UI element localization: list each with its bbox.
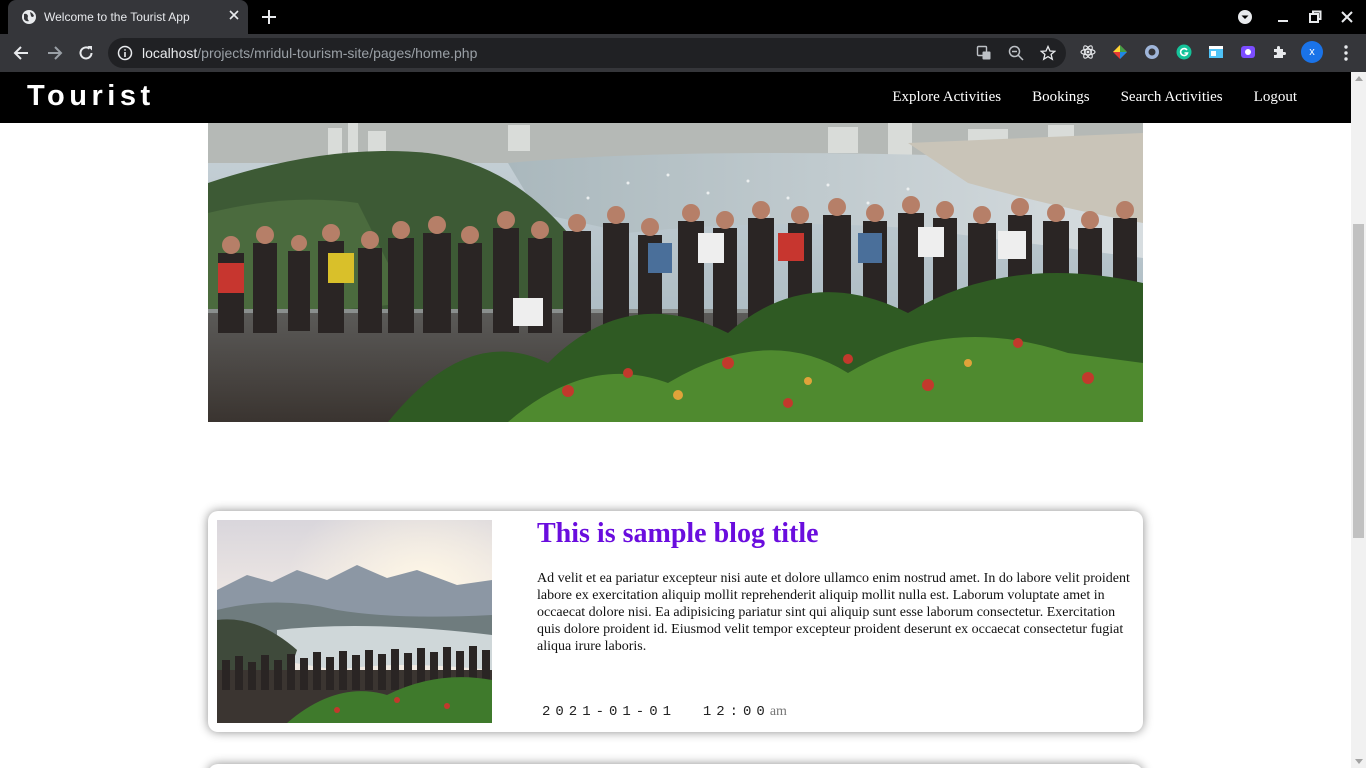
nav-explore-activities[interactable]: Explore Activities (892, 89, 1001, 106)
restore-icon[interactable] (1306, 8, 1324, 26)
close-window-icon[interactable] (1338, 8, 1356, 26)
window-extension-icon[interactable] (1208, 44, 1224, 60)
grammarly-icon[interactable] (1176, 44, 1192, 60)
react-devtools-icon[interactable] (1080, 44, 1096, 60)
scroll-up-arrow[interactable] (1355, 76, 1363, 81)
globe-icon (22, 10, 36, 24)
tab-title: Welcome to the Tourist App (44, 10, 190, 24)
blog-datetime: 2021-01-01 12:00am (542, 704, 787, 720)
site-nav-links: Explore Activities Bookings Search Activ… (892, 89, 1297, 106)
blog-card-image (217, 520, 492, 723)
blog-card-next[interactable] (208, 764, 1143, 768)
circle-extension-icon[interactable] (1144, 44, 1160, 60)
extensions-puzzle-icon[interactable] (1272, 44, 1288, 60)
browser-tab[interactable]: Welcome to the Tourist App (8, 0, 248, 34)
new-tab-icon[interactable] (260, 8, 278, 26)
nav-bookings[interactable]: Bookings (1032, 89, 1090, 106)
translate-icon[interactable] (976, 45, 992, 61)
color-picker-extension-icon[interactable] (1112, 44, 1128, 60)
address-bar[interactable]: localhost/projects/mridul-tourism-site/p… (108, 38, 1066, 68)
blog-photo (217, 520, 492, 723)
scroll-thumb[interactable] (1353, 224, 1364, 538)
site-navbar: Tourist Explore Activities Bookings Sear… (0, 72, 1351, 123)
blog-time: 12:00 (702, 704, 770, 720)
screen-recorder-icon[interactable] (1240, 44, 1256, 60)
scroll-down-arrow[interactable] (1355, 759, 1363, 764)
minimize-icon[interactable] (1274, 8, 1292, 26)
page-scrollbar[interactable] (1351, 72, 1366, 768)
blog-card[interactable]: This is sample blog title Ad velit et ea… (208, 511, 1143, 732)
blog-ampm: am (769, 704, 787, 719)
browser-toolbar: localhost/projects/mridul-tourism-site/p… (0, 34, 1366, 72)
page-viewport: Tourist Explore Activities Bookings Sear… (0, 72, 1351, 768)
nav-logout[interactable]: Logout (1254, 89, 1297, 106)
browser-tabbar: Welcome to the Tourist App (0, 0, 1366, 34)
back-icon[interactable] (12, 43, 32, 63)
url-host: localhost (142, 45, 198, 61)
blog-title[interactable]: This is sample blog title (537, 518, 819, 550)
zoom-out-icon[interactable] (1008, 45, 1024, 61)
blog-date: 2021-01-01 (542, 704, 677, 720)
profile-avatar[interactable]: x (1301, 41, 1323, 63)
site-info-icon[interactable] (117, 45, 133, 61)
close-tab-icon[interactable] (226, 7, 242, 23)
site-brand[interactable]: Tourist (27, 80, 155, 113)
browser-menu-icon[interactable] (1338, 44, 1354, 62)
nav-search-activities[interactable]: Search Activities (1121, 89, 1223, 106)
forward-icon[interactable] (44, 43, 64, 63)
hero-image (208, 123, 1143, 422)
bookmark-star-icon[interactable] (1040, 45, 1056, 61)
url-path: /projects/mridul-tourism-site/pages/home… (197, 45, 478, 61)
tab-search-icon[interactable] (1236, 8, 1254, 26)
hero-photo (208, 123, 1143, 422)
reload-icon[interactable] (76, 43, 96, 63)
url-text[interactable]: localhost/projects/mridul-tourism-site/p… (142, 45, 477, 61)
blog-excerpt: Ad velit et ea pariatur excepteur nisi a… (537, 571, 1130, 654)
